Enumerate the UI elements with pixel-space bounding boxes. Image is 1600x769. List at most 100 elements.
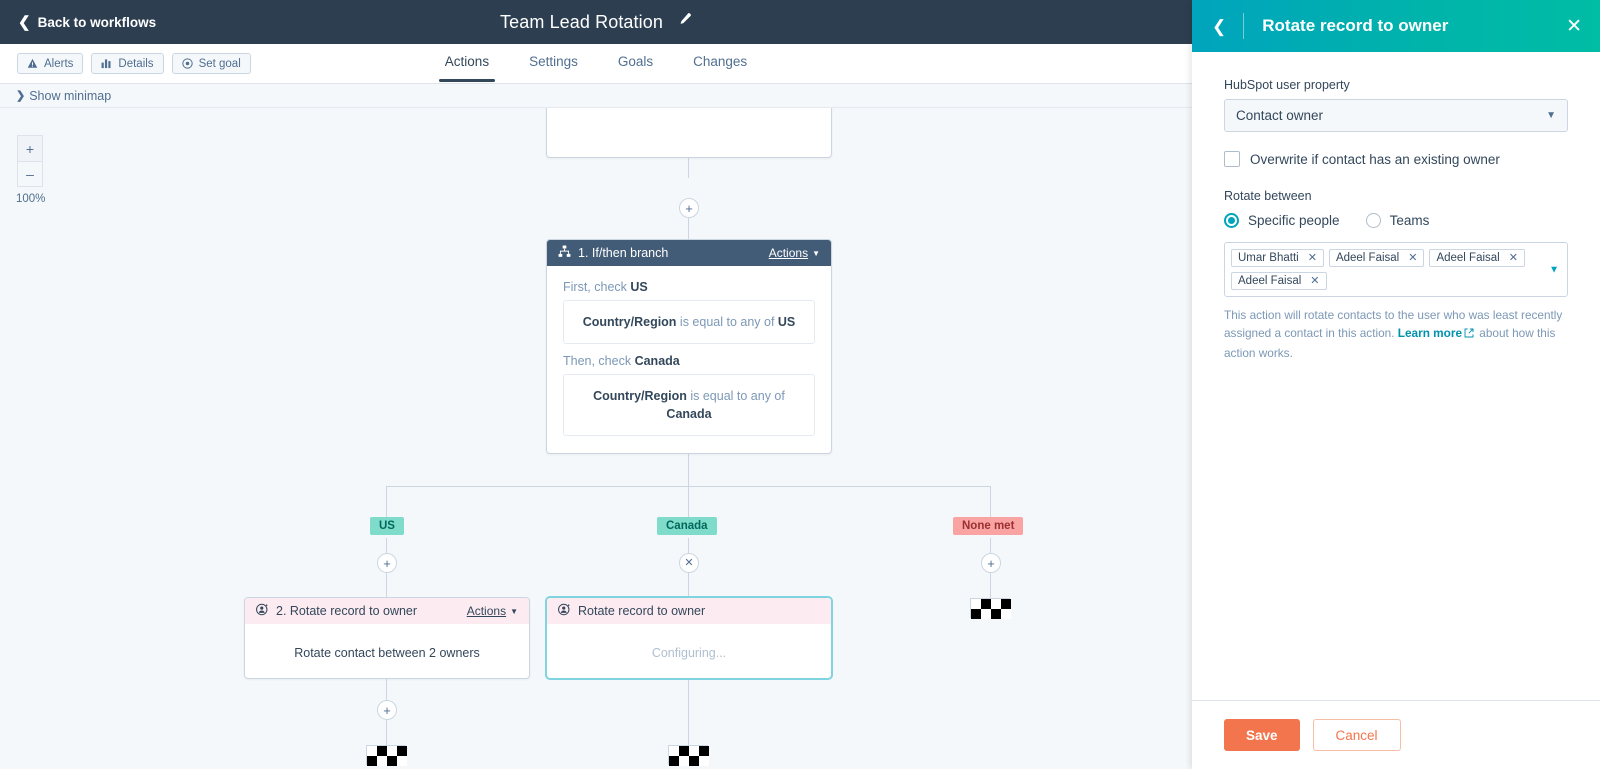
panel-body: HubSpot user property Contact owner ▼ Ov… xyxy=(1192,52,1600,700)
if-then-branch-card-title: 1. If/then branch xyxy=(578,246,669,260)
back-to-workflows-label: Back to workflows xyxy=(37,14,157,30)
radio-specific-people-label: Specific people xyxy=(1248,213,1340,228)
chevron-down-icon[interactable]: ▼ xyxy=(1549,264,1559,275)
radio-specific-people[interactable]: Specific people xyxy=(1224,213,1340,228)
remove-tag-icon[interactable]: ✕ xyxy=(1308,252,1317,264)
if-then-branch-card-title-group: 1. If/then branch xyxy=(558,245,668,261)
chevron-left-icon: ❮ xyxy=(18,13,31,31)
tab-changes-label: Changes xyxy=(693,54,748,69)
owners-tag-input[interactable]: Umar Bhatti ✕ Adeel Faisal ✕ Adeel Faisa… xyxy=(1224,242,1568,297)
radio-teams-control[interactable] xyxy=(1365,213,1381,228)
then-condition-property: Country/Region xyxy=(593,389,687,404)
owner-tag[interactable]: Adeel Faisal ✕ xyxy=(1429,249,1525,267)
chevron-left-icon[interactable]: ❮ xyxy=(1212,18,1226,35)
owner-tag-label: Adeel Faisal xyxy=(1335,252,1400,264)
rotate-record-card-us-header: 2. Rotate record to owner Actions ▼ xyxy=(245,598,529,624)
header-divider xyxy=(1243,13,1245,39)
branch-icon xyxy=(558,245,571,261)
learn-more-link[interactable]: Learn more xyxy=(1398,326,1462,340)
first-condition-box[interactable]: Country/Region is equal to any of US xyxy=(563,300,815,345)
add-step-button-us-lower[interactable]: + xyxy=(377,700,397,720)
previous-step-card-partial[interactable] xyxy=(546,108,832,158)
cancel-button[interactable]: Cancel xyxy=(1312,719,1401,751)
zoom-out-button[interactable]: – xyxy=(17,161,43,187)
zoom-in-button[interactable]: + xyxy=(17,135,43,161)
external-link-icon xyxy=(1464,325,1474,343)
save-button[interactable]: Save xyxy=(1224,719,1300,751)
branch-chip-canada-label: Canada xyxy=(666,520,708,532)
radio-teams-label: Teams xyxy=(1389,213,1430,228)
first-condition-value: US xyxy=(777,315,796,329)
radio-specific-people-control[interactable] xyxy=(1224,213,1239,228)
tab-settings[interactable]: Settings xyxy=(529,54,578,82)
overwrite-owner-checkbox[interactable] xyxy=(1224,151,1240,167)
hubspot-user-property-select[interactable]: Contact owner ▼ xyxy=(1224,99,1568,132)
rotate-record-card-canada[interactable]: Rotate record to owner Configuring... xyxy=(546,597,832,679)
remove-tag-icon[interactable]: ✕ xyxy=(1509,252,1518,264)
connector-line xyxy=(990,573,991,598)
tab-settings-label: Settings xyxy=(529,54,578,69)
hubspot-user-property-value: Contact owner xyxy=(1236,108,1324,123)
overwrite-owner-label: Overwrite if contact has an existing own… xyxy=(1250,151,1500,167)
zoom-level-label: 100% xyxy=(16,193,46,205)
then-check-name: Canada xyxy=(634,354,680,369)
workflow-canvas[interactable]: + – 100% + 1. If/then branch Actions ▼ F… xyxy=(0,108,1192,769)
connector-line xyxy=(386,486,387,517)
add-step-button-none-met[interactable]: + xyxy=(981,553,1001,573)
zoom-controls: + – 100% xyxy=(16,135,46,205)
connector-line xyxy=(386,720,387,745)
if-then-branch-actions-menu[interactable]: Actions ▼ xyxy=(769,246,820,260)
end-flag-canada xyxy=(668,745,709,766)
branch-chip-none-met[interactable]: None met xyxy=(953,517,1024,535)
plus-icon: + xyxy=(25,140,35,157)
add-step-button-top[interactable]: + xyxy=(679,198,699,218)
branch-chip-canada[interactable]: Canada xyxy=(657,517,717,535)
if-then-branch-card-body: First, check US Country/Region is equal … xyxy=(547,266,831,452)
owner-tag[interactable]: Umar Bhatti ✕ xyxy=(1231,249,1324,267)
remove-tag-icon[interactable]: ✕ xyxy=(1408,252,1417,264)
radio-teams[interactable]: Teams xyxy=(1365,213,1430,228)
workflow-title: Team Lead Rotation xyxy=(500,11,663,32)
close-icon[interactable]: ✕ xyxy=(1566,17,1582,36)
tab-goals[interactable]: Goals xyxy=(618,54,653,82)
add-step-button-us[interactable]: + xyxy=(377,553,397,573)
chevron-down-icon: ▼ xyxy=(1546,110,1556,121)
owner-tag-label: Umar Bhatti xyxy=(1238,252,1299,264)
then-condition-box[interactable]: Country/Region is equal to any of Canada xyxy=(563,374,815,437)
tab-actions-label: Actions xyxy=(444,54,490,69)
if-then-branch-card[interactable]: 1. If/then branch Actions ▼ First, check… xyxy=(546,239,832,454)
overwrite-owner-row[interactable]: Overwrite if contact has an existing own… xyxy=(1224,151,1568,167)
owner-tag[interactable]: Adeel Faisal ✕ xyxy=(1231,272,1327,290)
connector-line xyxy=(688,158,689,178)
pencil-icon[interactable] xyxy=(677,12,692,32)
branch-chip-us-label: US xyxy=(379,520,395,532)
remove-tag-icon[interactable]: ✕ xyxy=(1310,275,1319,287)
rotate-record-us-actions-menu[interactable]: Actions ▼ xyxy=(467,604,518,618)
then-check-label: Then, check Canada xyxy=(563,354,815,368)
rotate-owner-icon xyxy=(256,603,269,619)
back-to-workflows-link[interactable]: ❮ Back to workflows xyxy=(18,15,156,30)
tab-actions[interactable]: Actions xyxy=(438,54,496,82)
branch-chip-us[interactable]: US xyxy=(370,517,404,535)
show-minimap-label: Show minimap xyxy=(29,88,112,103)
connector-line xyxy=(688,218,689,241)
tab-changes[interactable]: Changes xyxy=(693,54,747,82)
hubspot-user-property-label: HubSpot user property xyxy=(1224,78,1350,92)
end-flag-none-met xyxy=(970,598,1011,619)
cancel-step-button-canada[interactable]: ✕ xyxy=(679,553,699,573)
then-check-prefix: Then, check xyxy=(563,354,635,369)
rotate-record-card-us-summary: Rotate contact between 2 owners xyxy=(294,646,480,660)
chevron-down-icon: ▼ xyxy=(510,606,518,616)
first-check-prefix: First, check xyxy=(563,280,631,294)
previous-step-card-body xyxy=(547,108,831,119)
rotate-record-card-us-title: 2. Rotate record to owner xyxy=(276,604,418,618)
owner-tag[interactable]: Adeel Faisal ✕ xyxy=(1328,249,1425,267)
rotate-record-us-actions-label: Actions xyxy=(466,604,507,618)
main-region: ❮ Back to workflows Team Lead Rotation A… xyxy=(0,0,1192,769)
rotate-record-panel: ❮ Rotate record to owner ✕ HubSpot user … xyxy=(1192,0,1600,769)
panel-footer: Save Cancel xyxy=(1192,700,1600,769)
if-then-branch-card-header: 1. If/then branch Actions ▼ xyxy=(547,240,831,266)
rotate-record-card-us[interactable]: 2. Rotate record to owner Actions ▼ Rota… xyxy=(244,597,530,679)
rotate-record-card-canada-header: Rotate record to owner xyxy=(547,598,831,624)
show-minimap-toggle[interactable]: ❯ Show minimap xyxy=(16,89,111,103)
